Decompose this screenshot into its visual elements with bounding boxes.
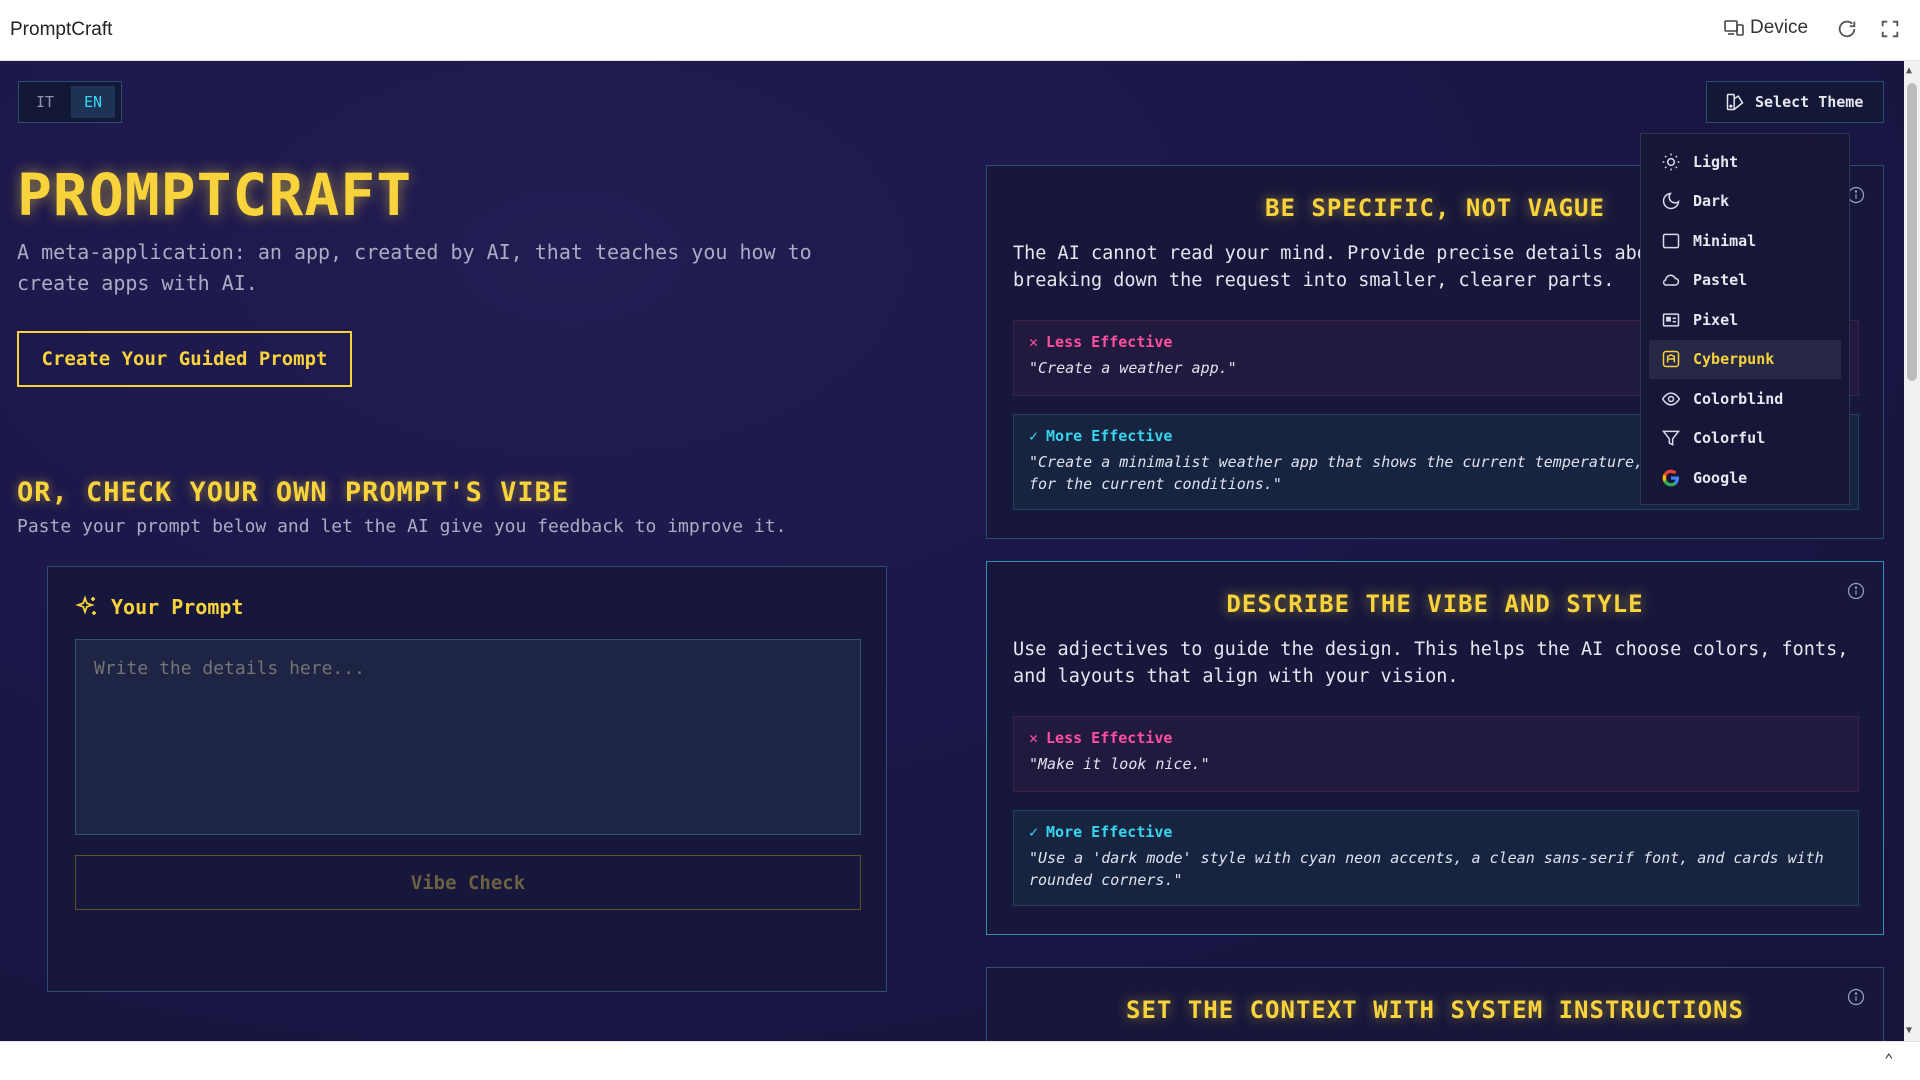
lang-it-button[interactable]: IT	[23, 86, 67, 118]
more-effective-text: "Use a 'dark mode' style with cyan neon …	[1029, 849, 1824, 889]
prompt-label: Your Prompt	[111, 595, 244, 619]
prompt-textarea[interactable]	[75, 639, 861, 835]
vibe-check-button[interactable]: Vibe Check	[75, 855, 861, 910]
page-scrollbar[interactable]: ▲ ▼	[1904, 61, 1920, 1041]
app-viewport: IT EN Select Theme Light Dark Minimal Pa…	[0, 61, 1904, 1041]
check-section-subtitle: Paste your prompt below and let the AI g…	[17, 516, 787, 537]
eye-icon	[1661, 392, 1681, 406]
pixel-icon	[1662, 313, 1680, 327]
theme-option-cyberpunk[interactable]: Cyberpunk	[1649, 339, 1841, 379]
language-switch: IT EN	[18, 81, 122, 123]
theme-option-colorblind[interactable]: Colorblind	[1649, 379, 1841, 419]
chevron-up-icon[interactable]: ⌃	[1884, 1050, 1894, 1069]
lang-en-button[interactable]: EN	[71, 86, 115, 118]
sparkles-icon	[75, 595, 96, 615]
google-icon	[1662, 469, 1679, 487]
check-icon: ✓	[1029, 427, 1039, 445]
tip-title: SET THE CONTEXT WITH SYSTEM INSTRUCTIONS	[1126, 996, 1744, 1024]
x-icon: ✕	[1029, 333, 1039, 351]
theme-option-google[interactable]: Google	[1649, 458, 1841, 498]
device-label: Device	[1750, 17, 1809, 38]
tip-card-vibe: DESCRIBE THE VIBE AND STYLE Use adjectiv…	[986, 561, 1884, 935]
x-icon: ✕	[1029, 729, 1039, 747]
select-theme-label: Select Theme	[1755, 93, 1864, 111]
palette-icon	[1726, 93, 1744, 111]
theme-option-label: Pixel	[1693, 310, 1739, 329]
theme-option-pastel[interactable]: Pastel	[1649, 261, 1841, 301]
app-title: PromptCraft	[10, 19, 113, 40]
less-effective-label: Less Effective	[1046, 729, 1173, 747]
sun-icon	[1662, 153, 1680, 171]
theme-option-label: Cyberpunk	[1693, 350, 1775, 369]
hero-subtitle: A meta-application: an app, created by A…	[17, 240, 812, 295]
device-button[interactable]: Device	[1724, 17, 1808, 39]
theme-option-pixel[interactable]: Pixel	[1649, 300, 1841, 340]
info-icon[interactable]	[1847, 582, 1865, 600]
cyberpunk-icon	[1662, 351, 1680, 368]
theme-option-colorful[interactable]: Colorful	[1649, 419, 1841, 459]
theme-option-label: Colorblind	[1693, 389, 1784, 408]
info-icon[interactable]	[1847, 988, 1865, 1006]
theme-option-label: Pastel	[1693, 271, 1748, 290]
square-icon	[1662, 233, 1680, 249]
theme-dropdown-menu: Light Dark Minimal Pastel Pixel Cyberpun…	[1640, 133, 1850, 505]
check-section-title: OR, CHECK YOUR OWN PROMPT'S VIBE	[17, 477, 570, 508]
theme-option-minimal[interactable]: Minimal	[1649, 221, 1841, 261]
theme-option-label: Dark	[1693, 192, 1730, 211]
theme-option-label: Google	[1693, 468, 1748, 487]
select-theme-button[interactable]: Select Theme	[1706, 81, 1884, 123]
more-effective-label: More Effective	[1046, 823, 1173, 841]
fullscreen-icon[interactable]	[1879, 18, 1901, 40]
theme-option-dark[interactable]: Dark	[1649, 182, 1841, 222]
scrollbar-thumb[interactable]	[1907, 83, 1917, 381]
browser-bottombar: ⌃	[0, 1041, 1920, 1080]
prompt-card: Your Prompt Vibe Check	[47, 566, 887, 992]
more-effective-label: More Effective	[1046, 427, 1173, 445]
theme-option-label: Minimal	[1693, 231, 1757, 250]
theme-option-light[interactable]: Light	[1649, 142, 1841, 182]
cloud-icon	[1662, 274, 1680, 287]
browser-topbar: PromptCraft Device	[0, 0, 1920, 61]
tip-card-context: SET THE CONTEXT WITH SYSTEM INSTRUCTIONS	[986, 967, 1884, 1041]
scroll-down-icon[interactable]: ▼	[1906, 1025, 1912, 1036]
less-effective-text: "Make it look nice."	[1029, 755, 1210, 773]
scroll-up-icon[interactable]: ▲	[1906, 65, 1912, 76]
theme-option-label: Colorful	[1693, 429, 1766, 448]
tip-body: Use adjectives to guide the design. This…	[1013, 639, 1849, 687]
theme-option-label: Light	[1693, 152, 1739, 171]
device-icon	[1724, 20, 1744, 36]
tip-title: DESCRIBE THE VIBE AND STYLE	[1226, 590, 1644, 618]
funnel-icon	[1661, 430, 1681, 447]
moon-icon	[1662, 192, 1680, 210]
prompt-label-row: Your Prompt	[75, 595, 243, 619]
less-effective-example: ✕ Less Effective "Make it look nice."	[1013, 716, 1859, 792]
more-effective-example: ✓ More Effective "Use a 'dark mode' styl…	[1013, 810, 1859, 906]
check-icon: ✓	[1029, 823, 1039, 841]
less-effective-label: Less Effective	[1046, 333, 1173, 351]
create-guided-prompt-button[interactable]: Create Your Guided Prompt	[17, 331, 352, 387]
hero-title: PROMPTCRAFT	[17, 161, 413, 229]
less-effective-label-row: ✕ Less Effective	[1029, 729, 1843, 747]
more-effective-label-row: ✓ More Effective	[1029, 823, 1843, 841]
refresh-icon[interactable]	[1836, 18, 1858, 40]
